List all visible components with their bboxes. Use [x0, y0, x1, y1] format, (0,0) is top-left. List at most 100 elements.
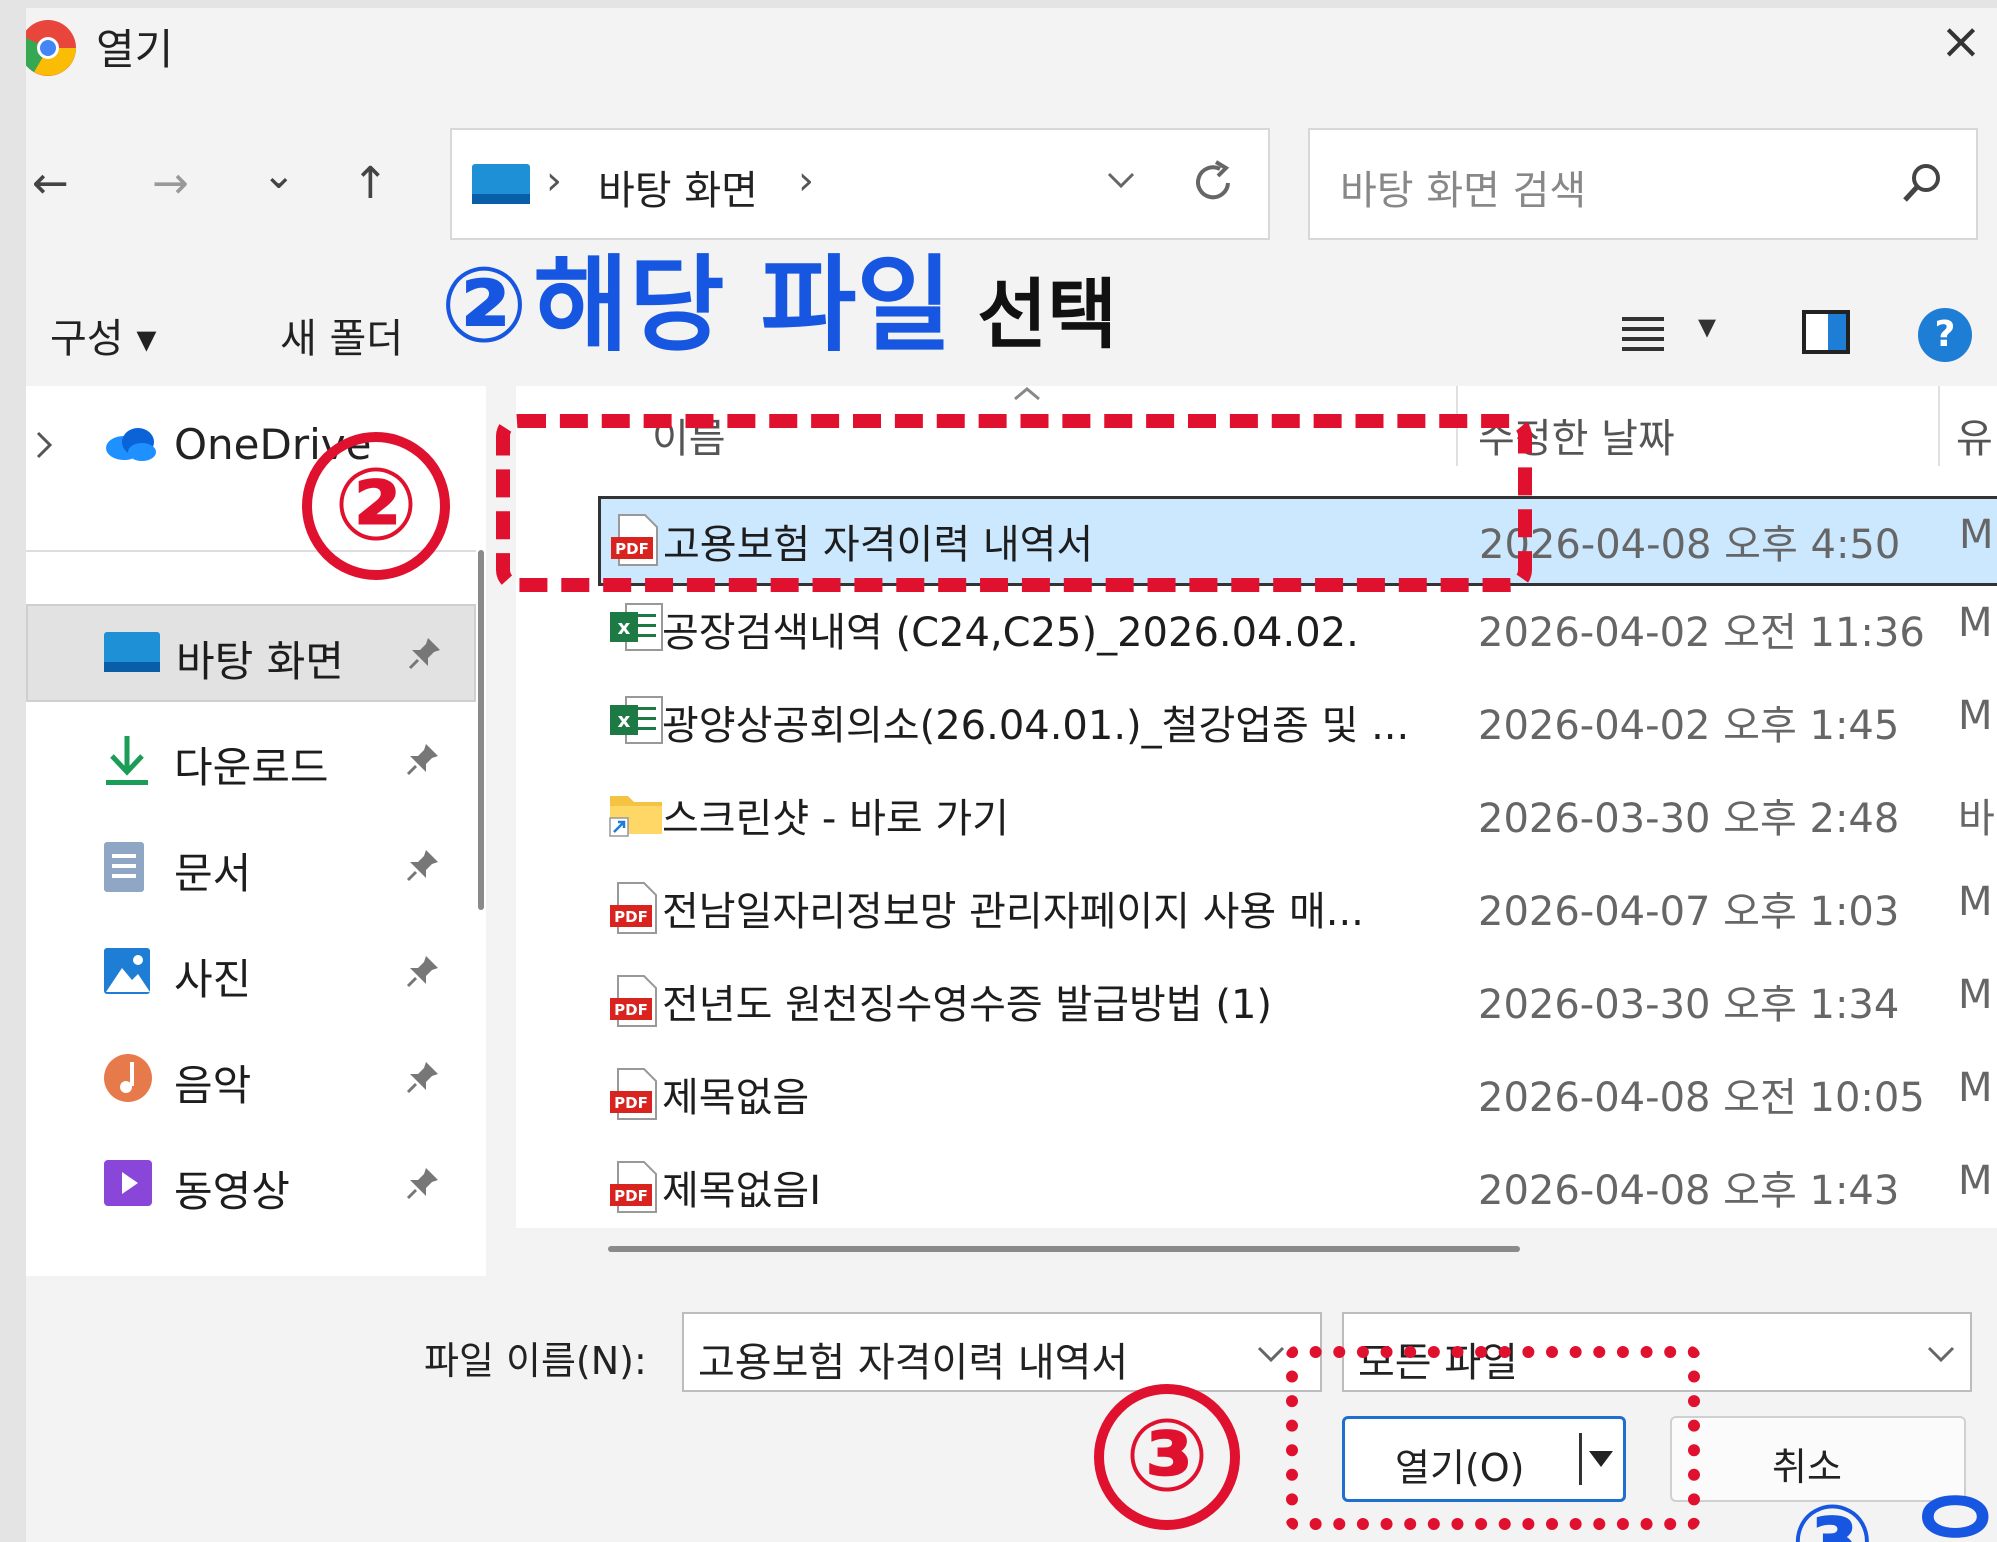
svg-text:x: x: [618, 615, 631, 639]
headline-black-text: 선택: [977, 270, 1118, 359]
file-type: M: [1958, 972, 1993, 1018]
music-icon: [102, 1052, 154, 1108]
sidebar-item-documents[interactable]: 문서: [26, 818, 476, 916]
chevron-down-icon[interactable]: [1926, 1344, 1956, 1364]
file-row[interactable]: 스크린샷 - 바로 가기 2026-03-30 오후 2:48 바: [516, 770, 1997, 860]
file-row[interactable]: PDF 전년도 원천징수영수증 발급방법 (1) 2026-03-30 오후 1…: [516, 956, 1997, 1046]
file-type: M: [1959, 512, 1994, 558]
file-type: M: [1958, 693, 1993, 739]
chrome-icon: [26, 18, 78, 78]
pdf-file-icon: PDF: [608, 974, 660, 1032]
pin-icon[interactable]: [406, 1060, 440, 1098]
sidebar-item-pictures[interactable]: 사진: [26, 924, 476, 1022]
sidebar-item-label: 바탕 화면: [176, 637, 344, 686]
file-name: 스크린샷 - 바로 가기: [662, 796, 1009, 842]
pdf-file-icon: PDF: [608, 1160, 660, 1218]
sidebar-item-label: 사진: [174, 955, 252, 1004]
close-button[interactable]: ×: [1940, 12, 1982, 70]
horizontal-scroll-track: [516, 1228, 1997, 1276]
pin-icon[interactable]: [406, 1166, 440, 1204]
sidebar-item-videos[interactable]: 동영상: [26, 1136, 476, 1234]
selection-highlight-box: [496, 414, 1532, 592]
pin-icon[interactable]: [406, 742, 440, 780]
file-date: 2026-03-30 오후 1:34: [1478, 982, 1900, 1028]
sidebar-item-label: 음악: [174, 1061, 252, 1110]
file-row[interactable]: x 광양상공회의소(26.04.01.)_철강업종 및 ... 2026-04-…: [516, 677, 1997, 767]
filename-value: 고용보험 자격이력 내역서: [698, 1340, 1129, 1386]
file-date: 2026-04-08 오전 10:05: [1478, 1075, 1925, 1121]
address-separator-2: ›: [798, 158, 814, 204]
column-divider[interactable]: [1938, 386, 1940, 466]
nav-pane-scrollbar[interactable]: [478, 550, 484, 910]
svg-text:PDF: PDF: [614, 1094, 648, 1112]
file-row[interactable]: PDF 제목없음I 2026-04-08 오후 1:43 M: [516, 1142, 1997, 1232]
file-date: 2026-04-07 오후 1:03: [1478, 889, 1900, 935]
file-type: M: [1958, 600, 1993, 646]
step-2-marker: ②: [302, 432, 450, 580]
file-date: 2026-03-30 오후 2:48: [1478, 796, 1900, 842]
file-date: 2026-04-08 오후 4:50: [1479, 522, 1901, 568]
refresh-icon[interactable]: [1190, 160, 1236, 206]
svg-text:PDF: PDF: [614, 1187, 648, 1205]
file-row[interactable]: x 공장검색내역 (C24,C25)_2026.04.02. 2026-04-0…: [516, 584, 1997, 674]
file-row[interactable]: PDF 제목없음 2026-04-08 오전 10:05 M: [516, 1049, 1997, 1139]
forward-button[interactable]: →: [152, 158, 189, 209]
up-button[interactable]: ↑: [352, 158, 389, 209]
search-input[interactable]: 바탕 화면 검색: [1340, 158, 1586, 216]
desktop-icon: [104, 632, 160, 676]
headline-number: ②: [440, 244, 529, 366]
file-type: M: [1958, 1158, 1993, 1204]
back-button[interactable]: ←: [32, 158, 69, 209]
filename-label: 파일 이름(N):: [424, 1339, 647, 1383]
document-icon: [102, 840, 146, 898]
headline-annotation: ② 해당 파일 선택: [440, 220, 1117, 371]
sidebar-item-label: 다운로드: [174, 743, 329, 792]
sidebar-item-desktop[interactable]: 바탕 화면: [26, 604, 476, 702]
organize-button[interactable]: 구성 ▾: [50, 306, 156, 364]
file-type: 바: [1958, 796, 1995, 842]
file-name: 공장검색내역 (C24,C25)_2026.04.02.: [662, 610, 1359, 656]
corner-annotation-text: ③ 유: [1790, 1483, 1997, 1542]
title-bar: 열기 ×: [26, 8, 1997, 94]
chevron-down-icon[interactable]: [1256, 1344, 1286, 1364]
file-type: M: [1958, 1065, 1993, 1111]
excel-file-icon: x: [608, 602, 664, 656]
preview-pane-icon[interactable]: [1802, 310, 1850, 354]
excel-file-icon: x: [608, 695, 664, 749]
pin-icon[interactable]: [406, 954, 440, 992]
expand-chevron-icon[interactable]: [34, 430, 54, 460]
sidebar-item-label: 동영상: [174, 1167, 290, 1216]
pin-icon[interactable]: [408, 636, 442, 674]
help-button[interactable]: ?: [1918, 308, 1972, 362]
pin-icon[interactable]: [406, 848, 440, 886]
chevron-down-icon[interactable]: [1106, 170, 1136, 190]
new-folder-button[interactable]: 새 폴더: [280, 306, 403, 364]
search-box[interactable]: 바탕 화면 검색: [1308, 128, 1978, 240]
view-options-caret[interactable]: ▾: [1698, 306, 1716, 347]
sidebar-item-music[interactable]: 음악: [26, 1030, 476, 1128]
file-row[interactable]: PDF 전남일자리정보망 관리자페이지 사용 매... 2026-04-07 오…: [516, 863, 1997, 953]
horizontal-scrollbar[interactable]: [608, 1246, 1520, 1252]
video-icon: [102, 1158, 154, 1212]
file-name: 광양상공회의소(26.04.01.)_철강업종 및 ...: [662, 703, 1410, 749]
download-icon: [102, 734, 152, 792]
svg-text:PDF: PDF: [614, 908, 648, 926]
onedrive-icon: [102, 426, 158, 462]
address-separator: ›: [546, 158, 562, 204]
address-path[interactable]: 바탕 화면: [598, 158, 758, 216]
filename-input[interactable]: 고용보험 자격이력 내역서: [682, 1312, 1322, 1392]
search-icon[interactable]: [1900, 160, 1946, 206]
column-header-type[interactable]: 유: [1956, 406, 1993, 464]
open-button-highlight-box: [1286, 1346, 1700, 1530]
bottom-panel: 파일 이름(N): 고용보험 자격이력 내역서 모든 파일 열기(O) 취소: [26, 1276, 1997, 1542]
pdf-file-icon: PDF: [608, 1067, 660, 1125]
file-date: 2026-04-02 오후 1:45: [1478, 703, 1900, 749]
file-type: M: [1958, 879, 1993, 925]
file-date: 2026-04-02 오전 11:36: [1478, 610, 1925, 656]
recent-locations-button[interactable]: ⌄: [262, 152, 296, 198]
sidebar-item-downloads[interactable]: 다운로드: [26, 712, 476, 810]
desktop-icon: [472, 164, 530, 204]
view-options-icon[interactable]: [1620, 314, 1666, 352]
svg-text:x: x: [618, 708, 631, 732]
file-date: 2026-04-08 오후 1:43: [1478, 1168, 1900, 1214]
